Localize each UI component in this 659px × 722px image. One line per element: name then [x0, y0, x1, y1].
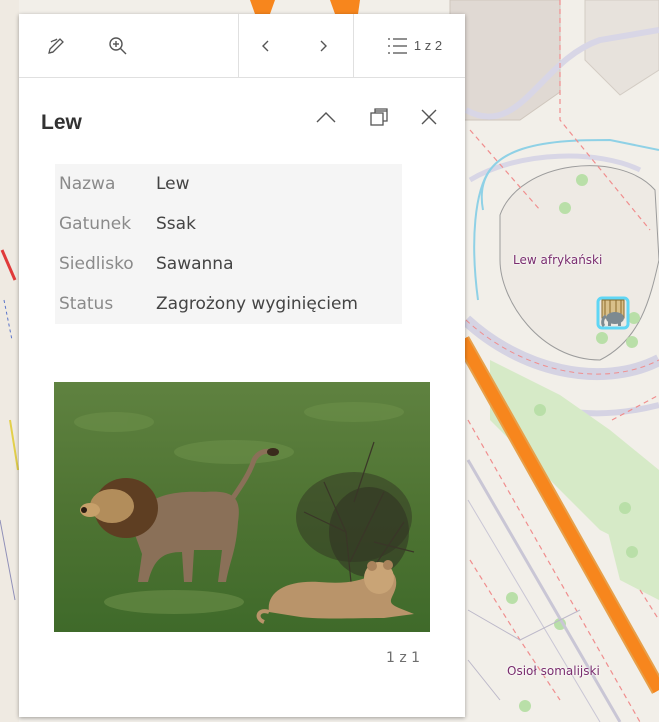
attribute-key: Siedlisko: [59, 254, 134, 274]
map-label-donkey: Osioł somalijski: [507, 664, 600, 678]
attribute-value: Zagrożony wyginięciem: [156, 294, 358, 314]
chevron-right-icon[interactable]: [308, 14, 338, 77]
attribute-table: Nazwa Lew Gatunek Ssak Siedlisko Sawanna…: [55, 164, 402, 324]
dock-icon[interactable]: [366, 104, 392, 130]
feature-list-button[interactable]: 1 z 2: [371, 14, 457, 77]
elephant-marker-icon[interactable]: [596, 296, 630, 330]
zoom-to-icon[interactable]: [95, 14, 141, 77]
chevron-left-icon[interactable]: [251, 14, 281, 77]
popup-title: Lew: [41, 111, 82, 134]
table-row: Status Zagrożony wyginięciem: [55, 284, 402, 324]
pager-text: 1 z 2: [413, 38, 443, 53]
chevron-up-icon[interactable]: [313, 104, 339, 130]
pencil-icon[interactable]: [31, 14, 81, 77]
attribute-key: Gatunek: [59, 214, 132, 234]
table-row: Siedlisko Sawanna: [55, 244, 402, 284]
popup-toolbar: 1 z 2: [19, 14, 465, 78]
close-icon[interactable]: [416, 104, 442, 130]
list-icon: [387, 37, 407, 54]
table-row: Nazwa Lew: [55, 164, 402, 204]
attribute-value: Sawanna: [156, 254, 234, 274]
table-row: Gatunek Ssak: [55, 204, 402, 244]
map-label-lion: Lew afrykański: [513, 253, 603, 267]
attribute-key: Status: [59, 294, 114, 314]
lion-photo[interactable]: [54, 382, 430, 632]
attribute-key: Nazwa: [59, 174, 116, 194]
media-pager: 1 z 1: [386, 650, 421, 666]
feature-popup: 1 z 2 Lew Nazwa Lew Gatunek Ssak Siedlis…: [19, 14, 465, 717]
attribute-value: Ssak: [156, 214, 196, 234]
attribute-value: Lew: [156, 174, 190, 194]
